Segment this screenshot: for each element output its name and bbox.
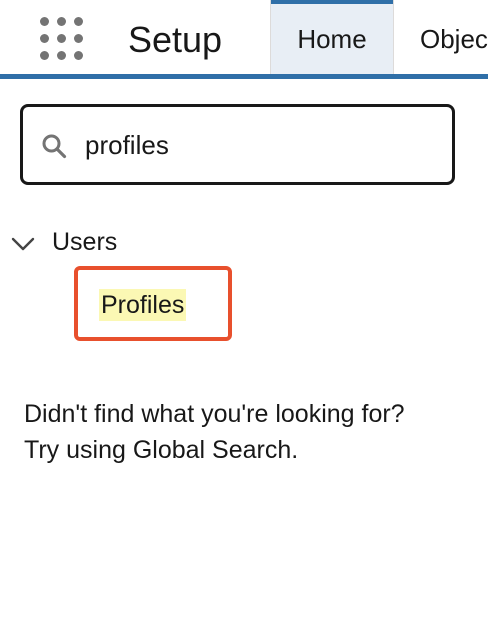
- not-found-message: Didn't find what you're looking for?: [24, 400, 405, 428]
- tab-home[interactable]: Home: [271, 0, 393, 74]
- search-icon: [42, 134, 67, 159]
- quick-find-input[interactable]: [85, 125, 435, 165]
- header-accent-bar: [0, 74, 488, 79]
- tab-object-manager[interactable]: Object Manager: [393, 0, 488, 74]
- global-search-hint: Try using Global Search.: [24, 436, 299, 464]
- quick-find-search-box[interactable]: [20, 104, 455, 185]
- setup-header: Setup Home Object Manager: [0, 0, 488, 74]
- tree-item-profiles[interactable]: Profiles: [99, 289, 187, 321]
- app-title: Setup: [128, 19, 223, 60]
- app-launcher-icon[interactable]: [40, 17, 84, 61]
- tree-item-users[interactable]: Users: [52, 226, 117, 258]
- chevron-down-icon[interactable]: [10, 234, 36, 254]
